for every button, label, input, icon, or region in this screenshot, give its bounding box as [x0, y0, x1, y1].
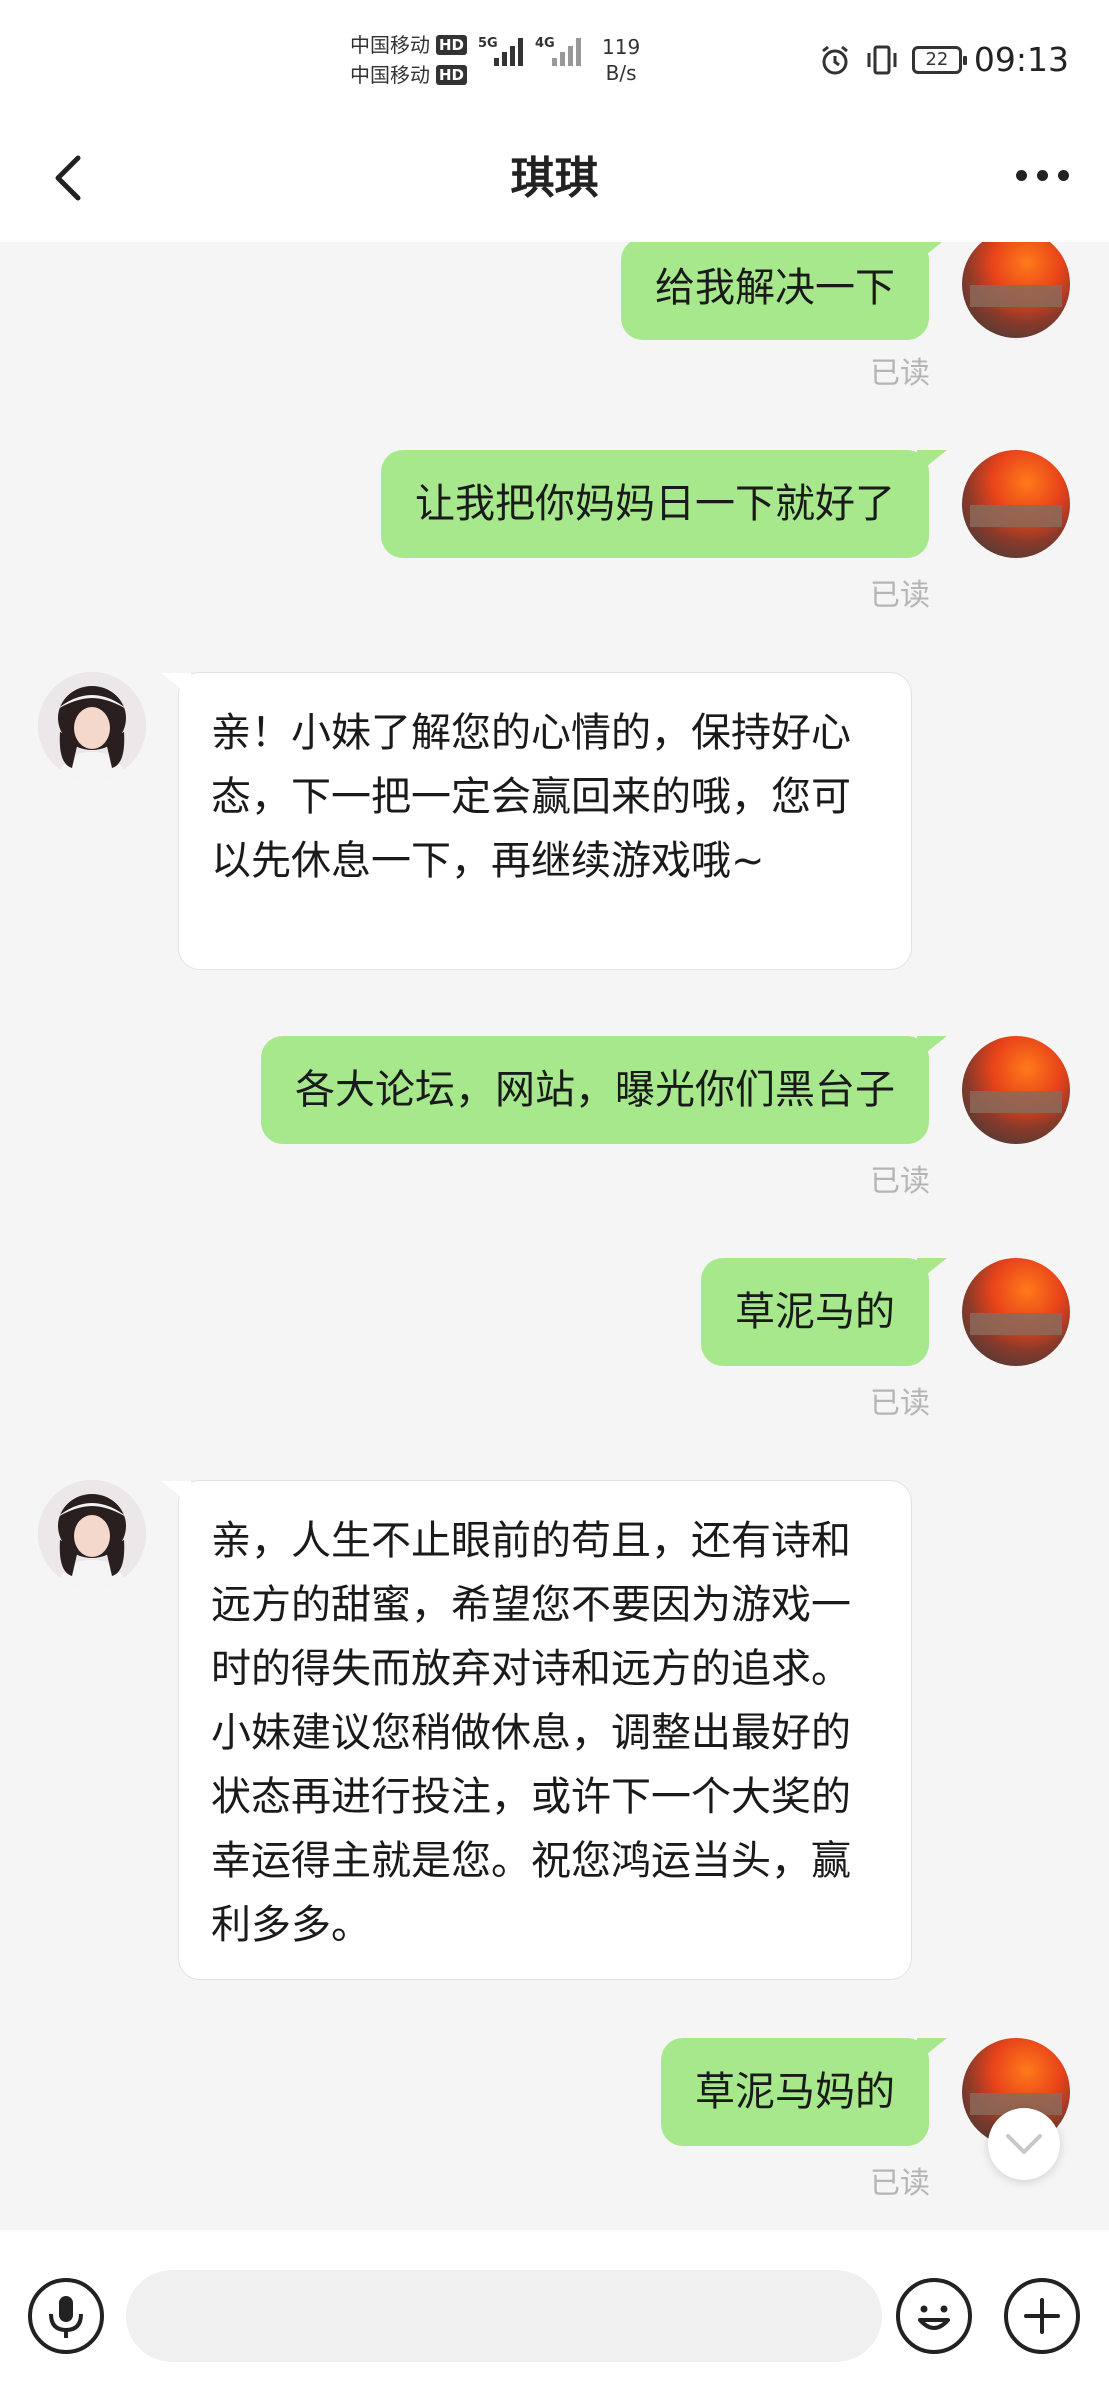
my-avatar[interactable]	[962, 450, 1070, 558]
alarm-icon	[821, 45, 848, 74]
microphone-icon	[49, 2296, 83, 2338]
message-bubble-me[interactable]: 草泥马的	[701, 1258, 947, 1366]
contact-avatar[interactable]	[38, 672, 146, 780]
message-text: 各大论坛，网站，曝光你们黑台子	[295, 1067, 895, 1113]
more-icon[interactable]	[1016, 170, 1069, 181]
emoji-icon	[918, 2305, 950, 2330]
girl-avatar-icon	[38, 672, 146, 780]
chat-header: 琪琪	[0, 120, 1109, 242]
voice-button[interactable]	[28, 2278, 104, 2354]
signal-icon	[494, 38, 526, 66]
carrier-info: 中国移动 HD 中国移动 HD	[350, 30, 468, 90]
network-speed: 119 B/s	[602, 34, 640, 86]
message-input[interactable]	[126, 2270, 882, 2362]
status-right: 22 09:13	[818, 40, 1069, 79]
message-bubble-me[interactable]: 让我把你妈妈日一下就好了	[381, 450, 947, 558]
message-bubble-me[interactable]: 各大论坛，网站，曝光你们黑台子	[261, 1036, 947, 1144]
my-avatar[interactable]	[962, 242, 1070, 338]
speed-value: 119	[602, 35, 641, 59]
speed-unit: B/s	[605, 61, 637, 85]
carrier-1: 中国移动	[350, 33, 430, 57]
scroll-to-bottom-button[interactable]	[988, 2108, 1060, 2180]
battery-icon: 22	[911, 45, 967, 74]
signal-icon-2	[552, 38, 584, 66]
chat-title: 琪琪	[510, 153, 599, 204]
plus-icon	[1024, 2298, 1060, 2334]
message-bubble-other[interactable]: 亲，人生不止眼前的苟且，还有诗和远方的甜蜜，希望您不要因为游戏一时的得失而放弃对…	[161, 1480, 912, 1980]
read-status: 已读	[870, 356, 930, 391]
girl-avatar-icon	[38, 1480, 146, 1588]
message-text: 给我解决一下	[655, 265, 895, 311]
status-bar: 中国移动 HD 中国移动 HD 5G 4G 119 B/s 22 09:13	[0, 0, 1109, 120]
input-bar	[0, 2230, 1109, 2400]
read-status: 已读	[870, 1386, 930, 1421]
message-list[interactable]: 给我解决一下 已读 让我把你妈妈日一下就好了 已读 亲！小妹了解您的心情的，保持…	[0, 242, 1109, 2230]
carrier-2: 中国移动	[350, 63, 430, 87]
read-status: 已读	[870, 2166, 930, 2201]
message-text: 让我把你妈妈日一下就好了	[415, 481, 895, 527]
message-text: 草泥马妈的	[695, 2069, 895, 2115]
message-text: 亲！小妹了解您的心情的，保持好心态，下一把一定会赢回来的哦，您可以先休息一下，再…	[211, 710, 851, 884]
hd-badge: HD	[436, 65, 468, 85]
message-bubble-me[interactable]: 草泥马妈的	[661, 2038, 947, 2146]
message-bubble-me[interactable]: 给我解决一下	[621, 242, 947, 340]
message-text: 亲，人生不止眼前的苟且，还有诗和远方的甜蜜，希望您不要因为游戏一时的得失而放弃对…	[211, 1518, 851, 1948]
message-text: 草泥马的	[735, 1289, 895, 1335]
message-bubble-other[interactable]: 亲！小妹了解您的心情的，保持好心态，下一把一定会赢回来的哦，您可以先休息一下，再…	[161, 672, 912, 970]
read-status: 已读	[870, 578, 930, 613]
emoji-button[interactable]	[896, 2278, 972, 2354]
chevron-down-icon	[1006, 2134, 1042, 2154]
clock: 09:13	[973, 40, 1069, 79]
add-button[interactable]	[1004, 2278, 1080, 2354]
my-avatar[interactable]	[962, 1258, 1070, 1366]
read-status: 已读	[870, 1164, 930, 1199]
hd-badge: HD	[436, 35, 468, 55]
contact-avatar[interactable]	[38, 1480, 146, 1588]
vibrate-icon	[867, 45, 897, 74]
my-avatar[interactable]	[962, 1036, 1070, 1144]
